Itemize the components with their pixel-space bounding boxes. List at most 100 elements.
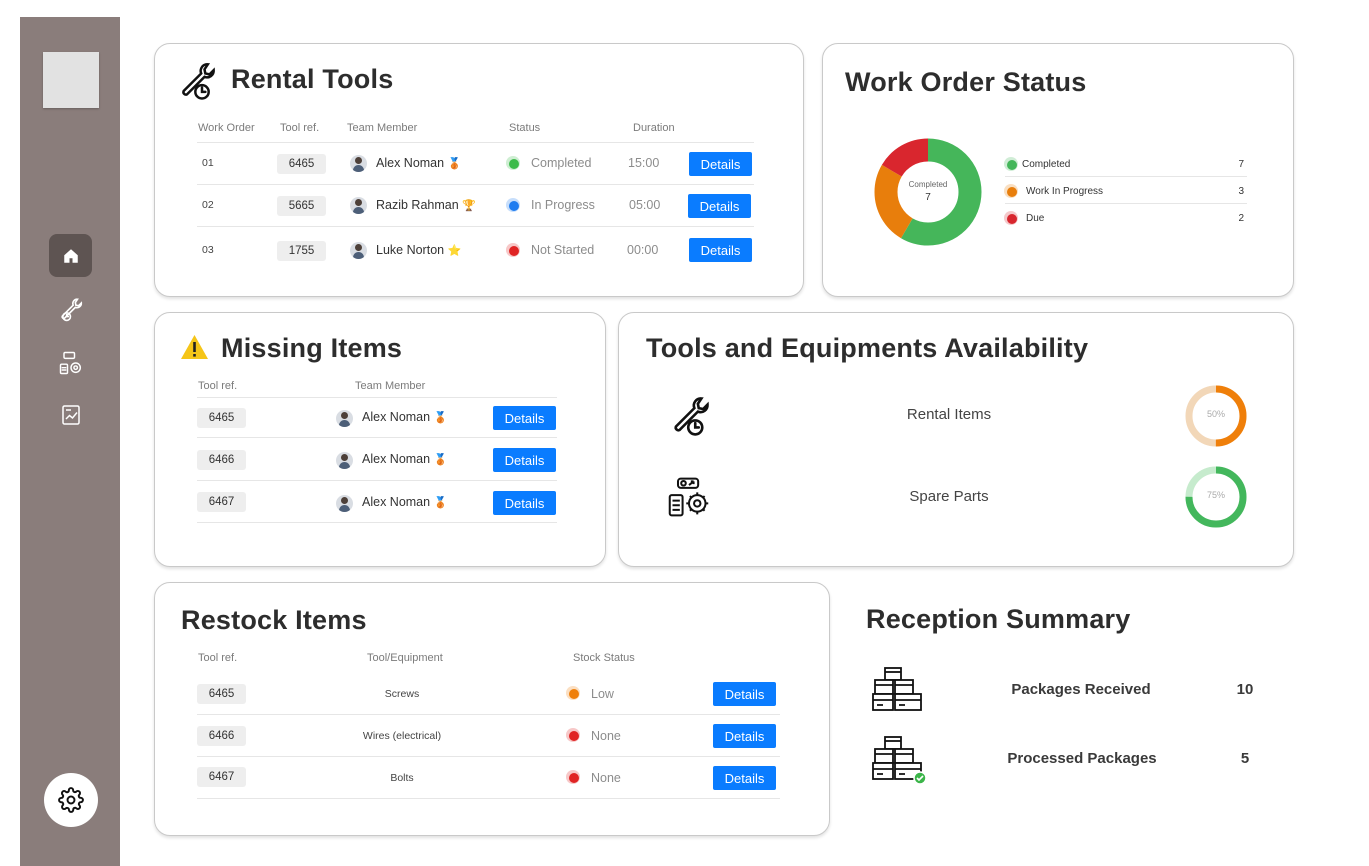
col-tool-ref: Tool ref.: [198, 652, 238, 664]
work-order-status-title: Work Order Status: [845, 67, 1087, 97]
tool-ref: 6465: [277, 154, 326, 174]
team-member-name: Luke Norton ⭐: [376, 243, 462, 257]
duration: 05:00: [629, 198, 661, 212]
availability-card: Tools and Equipments Availability Rental…: [618, 312, 1294, 567]
team-member-name: Alex Noman 🥉: [376, 156, 462, 170]
equipment-icon: [59, 351, 81, 374]
availability-title: Tools and Equipments Availability: [646, 333, 1089, 363]
avatar: [350, 197, 367, 214]
work-order-status-card: Work Order Status Completed 7 Completed …: [822, 43, 1294, 297]
home-icon: [63, 248, 78, 263]
team-member-name: Alex Noman 🥉: [362, 410, 448, 424]
legend-label-in-progress: Work In Progress: [1026, 186, 1104, 197]
avatar: [350, 155, 367, 172]
stock-status-dot: [566, 770, 580, 784]
missing-items-title: Missing Items: [221, 333, 403, 363]
medal-icon: 🥉: [447, 158, 462, 170]
status-text: Not Started: [531, 243, 595, 257]
restock-items-card: Restock Items Tool ref. Tool/Equipment S…: [154, 582, 830, 836]
col-team-member: Team Member: [347, 122, 418, 134]
details-button[interactable]: Details: [493, 406, 556, 430]
medal-icon: 🥉: [433, 412, 448, 424]
settings-button[interactable]: [44, 773, 98, 827]
details-button[interactable]: Details: [713, 766, 776, 790]
divider: [197, 397, 557, 398]
packages-check-icon: [872, 736, 927, 785]
tool-ref: 6466: [197, 450, 246, 470]
tool-name: Screws: [384, 688, 420, 700]
logo-placeholder: [43, 52, 99, 108]
legend-label-completed: Completed: [1022, 159, 1071, 170]
legend-value-in-progress: 3: [1238, 186, 1244, 197]
rental-items-percent: 50%: [1206, 409, 1225, 419]
processed-packages-label: Processed Packages: [1007, 750, 1157, 767]
tool-ref: 6466: [197, 726, 246, 746]
avatar: [336, 452, 353, 469]
status-text: In Progress: [531, 198, 595, 212]
duration: 00:00: [627, 243, 659, 257]
stock-status-dot: [566, 686, 580, 700]
divider: [1005, 203, 1247, 204]
gear-icon: [58, 787, 84, 813]
divider: [197, 226, 754, 227]
details-button[interactable]: Details: [493, 491, 556, 515]
work-order-id: 03: [202, 244, 214, 256]
col-tool-ref: Tool ref.: [280, 122, 320, 134]
avatar: [350, 242, 367, 259]
details-button[interactable]: Details: [689, 152, 752, 176]
details-button[interactable]: Details: [713, 724, 776, 748]
col-status: Status: [509, 122, 541, 134]
details-button[interactable]: Details: [493, 448, 556, 472]
medal-icon: 🥉: [433, 497, 448, 509]
rental-tools-card: Rental Tools Work Order Tool ref. Team M…: [154, 43, 804, 297]
col-tool-equipment: Tool/Equipment: [367, 652, 443, 664]
spare-parts-label: Spare Parts: [909, 488, 989, 505]
tool-name: Bolts: [390, 772, 414, 784]
legend-swatch-completed: [1004, 157, 1018, 171]
tool-ref: 6467: [197, 767, 246, 787]
processed-packages-value: 5: [1240, 750, 1250, 767]
team-member-name: Razib Rahman 🏆: [376, 198, 476, 212]
divider: [197, 522, 557, 523]
trophy-icon: 🏆: [462, 200, 476, 212]
spare-parts-percent: 75%: [1206, 490, 1225, 500]
col-tool-ref: Tool ref.: [198, 380, 238, 392]
donut-center-value: 7: [925, 192, 931, 203]
sidebar: [20, 17, 120, 866]
nav-tools-button[interactable]: [49, 287, 92, 330]
stock-status-dot: [566, 728, 580, 742]
restock-items-title: Restock Items: [181, 605, 367, 635]
details-button[interactable]: Details: [713, 682, 776, 706]
donut-center-label: Completed: [908, 180, 948, 189]
stock-status-text: None: [591, 729, 621, 743]
packages-received-label: Packages Received: [1011, 681, 1151, 698]
tool-ref: 5665: [277, 196, 326, 216]
medal-icon: 🥉: [433, 454, 448, 466]
legend-swatch-due: [1004, 211, 1018, 225]
divider: [197, 756, 780, 757]
star-icon: ⭐: [447, 245, 462, 257]
divider: [197, 714, 780, 715]
rental-tools-title: Rental Tools: [231, 64, 394, 94]
nav-reports-button[interactable]: [49, 393, 92, 436]
details-button[interactable]: Details: [688, 194, 751, 218]
nav-home-button[interactable]: [49, 234, 92, 277]
nav-equipment-button[interactable]: [49, 341, 92, 384]
work-order-id: 01: [202, 157, 214, 169]
divider: [197, 480, 557, 481]
divider: [197, 184, 754, 185]
details-button[interactable]: Details: [689, 238, 752, 262]
col-duration: Duration: [633, 122, 675, 134]
status-dot: [506, 243, 520, 257]
warning-icon: [181, 335, 208, 359]
gear-parts-icon: [668, 477, 709, 517]
col-stock-status: Stock Status: [573, 652, 635, 664]
work-order-id: 02: [202, 199, 214, 211]
duration: 15:00: [628, 156, 660, 170]
status-dot: [506, 198, 520, 212]
status-text: Completed: [531, 156, 592, 170]
tool-ref: 1755: [277, 241, 326, 261]
wrench-clock-icon: [182, 63, 215, 100]
tool-ref: 6465: [197, 408, 246, 428]
divider: [197, 142, 754, 143]
